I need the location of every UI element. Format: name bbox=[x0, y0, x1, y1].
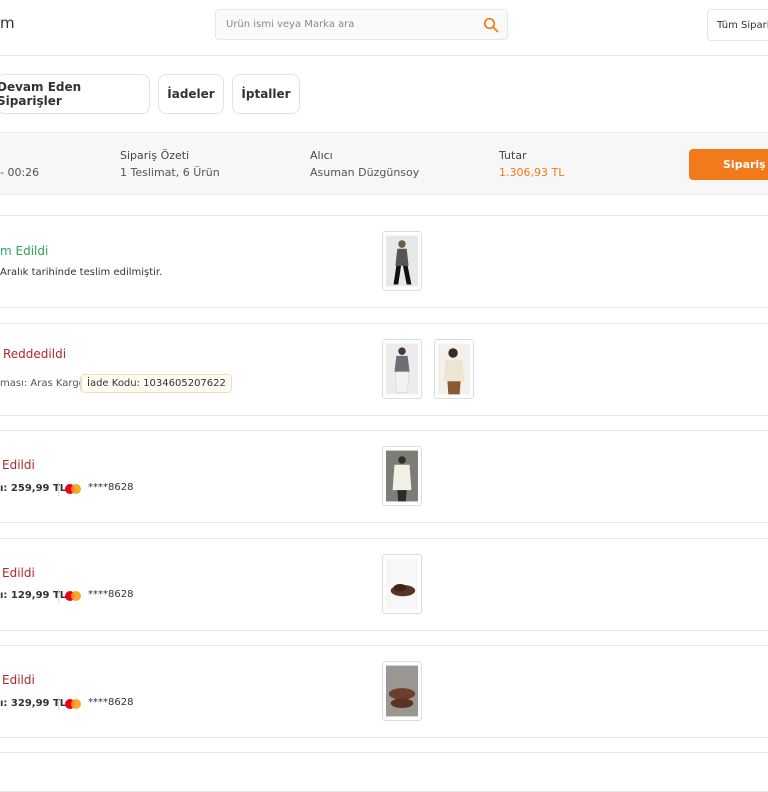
delivery-info: Aralık tarihinde teslim edilmiştir. bbox=[0, 267, 163, 278]
separator bbox=[58, 482, 59, 496]
order-filter-select[interactable]: Tüm Sipariş bbox=[707, 9, 768, 41]
cancel-status: Edildi bbox=[2, 673, 35, 687]
product-thumbnail[interactable] bbox=[382, 339, 422, 399]
summary-label: Sipariş Özeti bbox=[120, 149, 190, 162]
product-thumbnail[interactable] bbox=[382, 661, 422, 721]
total-value: 1.306,93 TL bbox=[499, 166, 565, 179]
mastercard-icon bbox=[65, 699, 81, 709]
search-icon[interactable] bbox=[483, 17, 499, 33]
product-image bbox=[438, 343, 470, 395]
order-summary-bar bbox=[0, 132, 768, 195]
cancel-status: Edildi bbox=[2, 566, 35, 580]
product-image bbox=[386, 450, 418, 502]
buyer-value: Asuman Düzgünsoy bbox=[310, 166, 420, 179]
product-thumbnail[interactable] bbox=[382, 446, 422, 506]
refund-amount: ı: 129,99 TL bbox=[0, 590, 67, 601]
return-code-badge: İade Kodu: 1034605207622 bbox=[81, 374, 232, 393]
product-thumbnail[interactable] bbox=[382, 554, 422, 614]
tab-cancellations[interactable]: İptaller bbox=[232, 74, 300, 114]
buyer-label: Alıcı bbox=[310, 149, 333, 162]
separator bbox=[58, 589, 59, 603]
return-status: Reddedildi bbox=[3, 347, 67, 361]
separator bbox=[58, 697, 59, 711]
tab-returns[interactable]: İadeler bbox=[158, 74, 224, 114]
mastercard-icon bbox=[65, 484, 81, 494]
product-image bbox=[386, 343, 418, 395]
refund-amount: ı: 259,99 TL bbox=[0, 483, 67, 494]
refund-amount: ı: 329,99 TL bbox=[0, 698, 67, 709]
mastercard-icon bbox=[65, 591, 81, 601]
delivery-status: m Edildi bbox=[0, 244, 49, 258]
tab-ongoing-orders[interactable]: Devam Eden Siparişler bbox=[0, 74, 150, 114]
product-image bbox=[386, 665, 418, 717]
cargo-info: ması: Aras Kargo bbox=[0, 378, 85, 389]
search-input[interactable] bbox=[224, 18, 478, 31]
card-number: ****8628 bbox=[88, 589, 134, 600]
order-detail-button[interactable]: Sipariş D bbox=[689, 149, 768, 180]
page-title: m bbox=[0, 14, 15, 32]
product-image bbox=[386, 235, 418, 287]
product-thumbnail[interactable] bbox=[382, 231, 422, 291]
shipment-card bbox=[0, 752, 768, 792]
cancel-status: Edildi bbox=[2, 458, 35, 472]
product-image bbox=[386, 558, 418, 610]
order-time: - 00:26 bbox=[0, 166, 40, 179]
product-thumbnail[interactable] bbox=[434, 339, 474, 399]
total-label: Tutar bbox=[499, 149, 527, 162]
card-number: ****8628 bbox=[88, 482, 134, 493]
summary-value: 1 Teslimat, 6 Ürün bbox=[120, 166, 220, 179]
search-box[interactable] bbox=[215, 9, 508, 40]
card-number: ****8628 bbox=[88, 697, 134, 708]
